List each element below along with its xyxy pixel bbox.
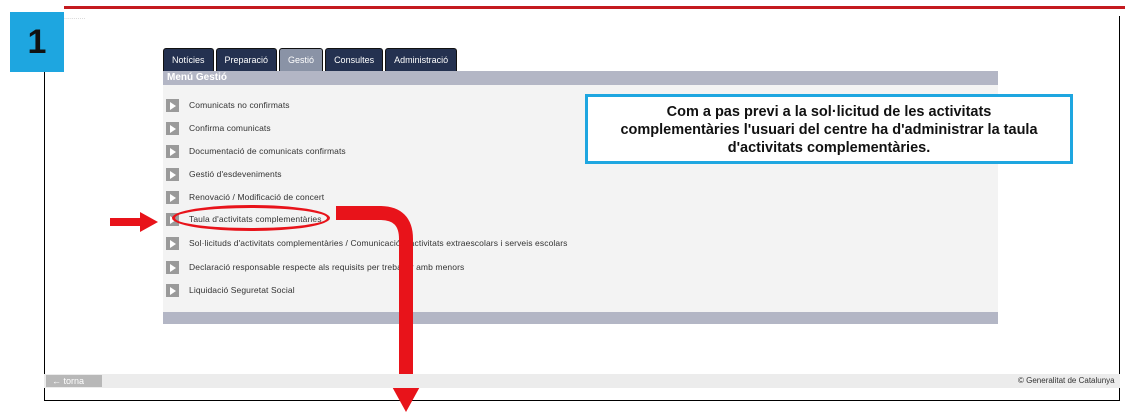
menu-title: Menú Gestió (163, 71, 998, 85)
tab-noticies[interactable]: Notícies (163, 48, 214, 71)
menu-item-label: Comunicats no confirmats (189, 100, 290, 110)
top-red-rule (64, 6, 1125, 9)
play-arrow-icon (166, 190, 179, 204)
instruction-callout: Com a pas previ a la sol·licitud de les … (585, 94, 1073, 164)
tab-consultes[interactable]: Consultes (325, 48, 384, 71)
menu-item-label: Gestió d'esdeveniments (189, 169, 282, 179)
main-tabs: Notícies Preparació Gestió Consultes Adm… (163, 48, 459, 72)
play-arrow-icon (166, 121, 179, 135)
menu-item-documentacio[interactable]: Documentació de comunicats confirmats (166, 143, 346, 159)
copyright-text: © Generalitat de Catalunya (1018, 376, 1115, 385)
menu-item-label: Confirma comunicats (189, 123, 271, 133)
header-fragment: ........... (64, 14, 86, 21)
play-arrow-icon (166, 236, 179, 250)
menu-item-liquidacio-ss[interactable]: Liquidació Seguretat Social (166, 282, 295, 298)
step-number-badge: 1 (10, 12, 64, 72)
tab-preparacio[interactable]: Preparació (215, 48, 278, 71)
play-arrow-icon (166, 144, 179, 158)
callout-line-3: d'activitats complementàries. (727, 140, 931, 156)
menu-item-comunicats-no-confirmats[interactable]: Comunicats no confirmats (166, 97, 290, 113)
pointer-arrow-icon (110, 212, 158, 232)
highlight-oval (172, 205, 330, 231)
play-arrow-icon (166, 283, 179, 297)
tab-gestio[interactable]: Gestió (279, 48, 324, 71)
back-button[interactable]: ← torna (46, 375, 102, 387)
play-arrow-icon (166, 260, 179, 274)
menu-footer-bar (163, 312, 998, 324)
menu-item-confirma-comunicats[interactable]: Confirma comunicats (166, 120, 271, 136)
menu-item-label: Documentació de comunicats confirmats (189, 146, 346, 156)
callout-line-2: complementàries l'usuari del centre ha d… (620, 122, 1038, 138)
play-arrow-icon (166, 167, 179, 181)
menu-item-label: Renovació / Modificació de concert (189, 192, 325, 202)
play-arrow-icon (166, 98, 179, 112)
tab-administracio[interactable]: Administració (385, 48, 458, 71)
menu-item-label: Liquidació Seguretat Social (189, 285, 295, 295)
callout-line-1: Com a pas previ a la sol·licitud de les … (666, 104, 992, 120)
footer-bar (44, 374, 1120, 388)
menu-item-renovacio-concert[interactable]: Renovació / Modificació de concert (166, 189, 324, 205)
menu-item-esdeveniments[interactable]: Gestió d'esdeveniments (166, 166, 282, 182)
